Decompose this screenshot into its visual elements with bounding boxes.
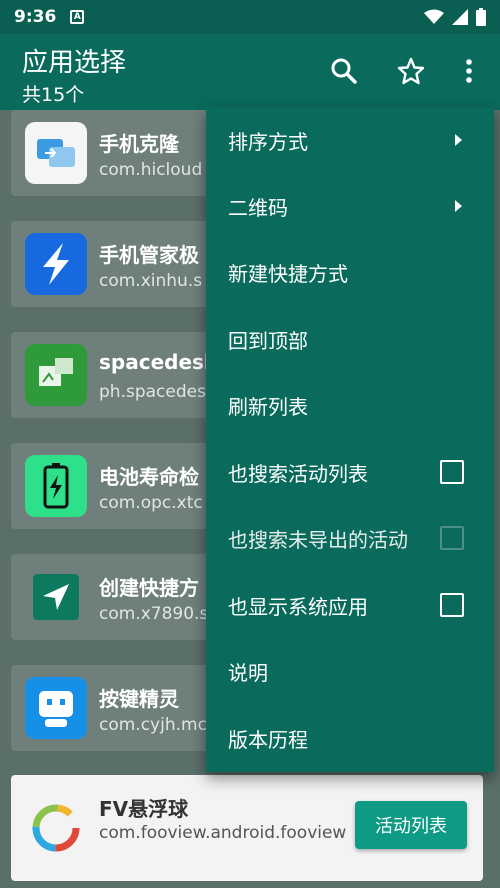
spacedesk-app-icon bbox=[25, 344, 87, 406]
menu-item-label: 回到顶部 bbox=[228, 328, 308, 353]
page-title: 应用选择 bbox=[22, 48, 127, 78]
more-vert-icon[interactable] bbox=[455, 56, 483, 86]
menu-item-help[interactable]: 说明 bbox=[206, 638, 494, 704]
battery-icon bbox=[476, 8, 486, 26]
menu-item-search-activities[interactable]: 也搜索活动列表 bbox=[206, 439, 494, 505]
menu-item-label: 也显示系统应用 bbox=[228, 594, 368, 619]
status-bar: 9:36 A bbox=[0, 0, 500, 34]
menu-item-label: 版本历程 bbox=[228, 727, 308, 752]
checkbox-disabled-icon bbox=[440, 526, 464, 550]
status-time: 9:36 bbox=[14, 7, 57, 27]
menu-item-label: 排序方式 bbox=[228, 129, 308, 154]
app-name: FV悬浮球 bbox=[99, 797, 189, 821]
app-name: 电池寿命检 bbox=[99, 465, 199, 489]
app-name: 按键精灵 bbox=[99, 687, 179, 711]
phone-manager-app-icon bbox=[25, 233, 87, 295]
create-shortcut-app-icon bbox=[25, 566, 87, 628]
checkbox-unchecked-icon[interactable] bbox=[440, 593, 464, 617]
menu-item-back-to-top[interactable]: 回到顶部 bbox=[206, 306, 494, 372]
app-package: com.opc.xtc bbox=[99, 493, 203, 513]
menu-item-version-history[interactable]: 版本历程 bbox=[206, 705, 494, 771]
app-package: com.fooview.android.fooview bbox=[99, 823, 347, 843]
fv-floating-ball-app-icon bbox=[25, 797, 87, 859]
menu-item-label: 也搜索活动列表 bbox=[228, 461, 368, 486]
status-icons bbox=[424, 8, 486, 26]
wifi-icon bbox=[424, 9, 444, 24]
app-name: 手机管家极 bbox=[99, 243, 199, 267]
app-package: ph.spacedes bbox=[99, 382, 206, 402]
menu-item-label: 也搜索未导出的活动 bbox=[228, 527, 408, 552]
app-package: com.x7890.s bbox=[99, 604, 209, 624]
phone-clone-app-icon bbox=[25, 122, 87, 184]
menu-item-qrcode[interactable]: 二维码 bbox=[206, 173, 494, 239]
battery-life-app-icon bbox=[25, 455, 87, 517]
app-package: com.cyjh.mc bbox=[99, 715, 207, 735]
signal-icon bbox=[452, 9, 468, 25]
star-outline-icon[interactable] bbox=[396, 56, 426, 86]
search-icon[interactable] bbox=[329, 56, 359, 86]
app-name: 创建快捷方 bbox=[99, 576, 199, 600]
app-package: com.hicloud bbox=[99, 160, 203, 180]
menu-item-sort[interactable]: 排序方式 bbox=[206, 107, 494, 173]
app-list-item[interactable]: FV悬浮球 com.fooview.android.fooview 活动列表 bbox=[11, 775, 483, 881]
menu-item-label: 刷新列表 bbox=[228, 394, 308, 419]
menu-item-label: 二维码 bbox=[228, 195, 288, 220]
submenu-arrow-icon bbox=[455, 200, 462, 212]
app-toolbar: 应用选择 共15个 bbox=[0, 34, 500, 110]
checkbox-unchecked-icon[interactable] bbox=[440, 460, 464, 484]
menu-item-refresh[interactable]: 刷新列表 bbox=[206, 372, 494, 438]
overflow-menu: 排序方式 二维码 新建快捷方式 回到顶部 刷新列表 也搜索活动列表 也搜索未导出… bbox=[206, 107, 494, 772]
notification-a-icon: A bbox=[70, 10, 85, 24]
menu-item-new-shortcut[interactable]: 新建快捷方式 bbox=[206, 239, 494, 305]
menu-item-label: 说明 bbox=[228, 660, 268, 685]
menu-item-search-unexported: 也搜索未导出的活动 bbox=[206, 505, 494, 571]
key-sprite-app-icon bbox=[25, 677, 87, 739]
activity-list-button[interactable]: 活动列表 bbox=[355, 801, 467, 849]
app-count: 共15个 bbox=[22, 84, 85, 106]
menu-item-label: 新建快捷方式 bbox=[228, 261, 348, 286]
app-name: spacedesk bbox=[99, 350, 218, 374]
app-name: 手机克隆 bbox=[99, 132, 179, 156]
app-package: com.xinhu.s bbox=[99, 271, 203, 291]
submenu-arrow-icon bbox=[455, 134, 462, 146]
menu-item-show-system-apps[interactable]: 也显示系统应用 bbox=[206, 572, 494, 638]
